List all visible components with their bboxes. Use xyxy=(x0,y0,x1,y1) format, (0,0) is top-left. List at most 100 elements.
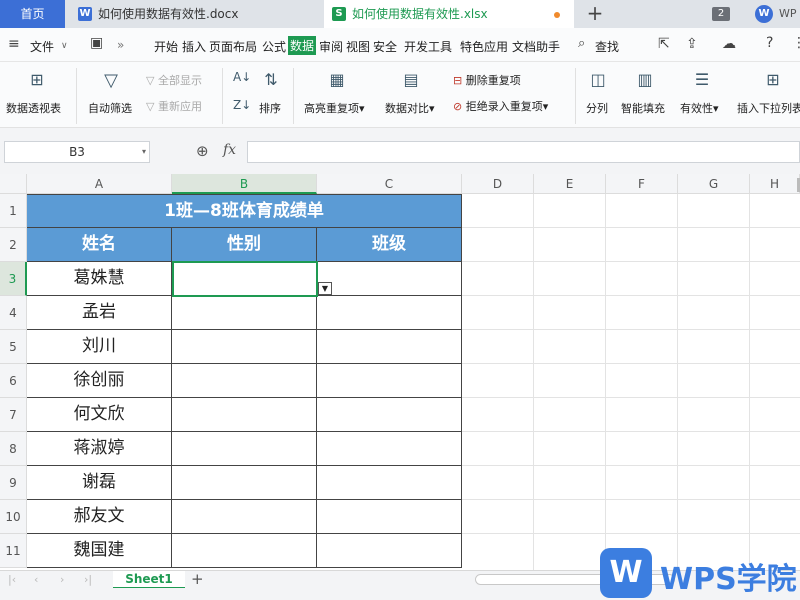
menu-file[interactable]: 文件 xyxy=(30,38,54,55)
row-header[interactable]: 11 xyxy=(0,534,27,568)
menu-insert[interactable]: 插入 xyxy=(182,38,206,55)
name-cell[interactable]: 徐创丽 xyxy=(27,364,172,398)
gender-cell[interactable] xyxy=(172,296,317,330)
formula-input[interactable] xyxy=(247,141,800,163)
prev-sheet-icon[interactable]: ‹ xyxy=(34,573,38,586)
more-icon[interactable]: » xyxy=(117,38,124,52)
share-icon[interactable]: ⇱ xyxy=(658,36,670,52)
menu-page-layout[interactable]: 页面布局 xyxy=(209,38,257,55)
row-header[interactable]: 2 xyxy=(0,228,27,262)
menu-home[interactable]: 开始 xyxy=(154,38,178,55)
validity-button[interactable]: 有效性▾ xyxy=(680,100,719,116)
menu-view[interactable]: 视图 xyxy=(346,38,370,55)
first-sheet-icon[interactable]: |‹ xyxy=(8,573,16,586)
class-cell[interactable] xyxy=(317,466,462,500)
class-cell[interactable] xyxy=(317,534,462,568)
next-sheet-icon[interactable]: › xyxy=(60,573,64,586)
column-header[interactable]: A xyxy=(27,174,172,194)
gender-cell[interactable] xyxy=(172,466,317,500)
smart-fill-button[interactable]: 智能填充 xyxy=(621,100,665,116)
function-icon[interactable]: fx xyxy=(223,142,236,158)
name-box[interactable]: B3 ▾ xyxy=(4,141,150,163)
chevron-down-icon[interactable]: ∨ xyxy=(61,41,68,51)
tab-xlsx[interactable]: S 如何使用数据有效性.xlsx xyxy=(324,0,574,28)
class-cell[interactable] xyxy=(317,296,462,330)
gender-cell[interactable] xyxy=(172,330,317,364)
row-header[interactable]: 10 xyxy=(0,500,27,534)
tab-home[interactable]: 首页 xyxy=(0,0,65,28)
insert-dropdown-button[interactable]: 插入下拉列表 xyxy=(737,100,800,116)
name-cell[interactable]: 郝友文 xyxy=(27,500,172,534)
search-label[interactable]: 查找 xyxy=(595,38,619,55)
column-header[interactable]: E xyxy=(534,174,606,194)
column-header[interactable]: G xyxy=(678,174,750,194)
highlight-duplicates-button[interactable]: 高亮重复项▾ xyxy=(304,100,365,116)
column-header[interactable]: D xyxy=(462,174,534,194)
class-cell[interactable] xyxy=(317,330,462,364)
tab-docx[interactable]: W 如何使用数据有效性.docx xyxy=(70,0,320,28)
sort-asc-icon[interactable]: A↓ xyxy=(233,70,251,84)
name-cell[interactable]: 葛姝慧 xyxy=(27,262,172,296)
sort-desc-icon[interactable]: Z↓ xyxy=(233,98,251,112)
account-label[interactable]: WP xyxy=(779,0,797,28)
save-icon[interactable]: ▣ xyxy=(90,35,103,51)
row-header[interactable]: 3 xyxy=(0,262,27,296)
class-cell[interactable] xyxy=(317,500,462,534)
name-cell[interactable]: 孟岩 xyxy=(27,296,172,330)
active-cell-selection[interactable] xyxy=(172,261,318,297)
class-cell[interactable] xyxy=(317,432,462,466)
name-cell[interactable]: 蒋淑婷 xyxy=(27,432,172,466)
new-tab-button[interactable]: + xyxy=(585,0,605,28)
chevron-down-icon[interactable]: ▾ xyxy=(142,142,146,162)
spreadsheet-grid[interactable]: A B C D E F G H 1 2 3 4 5 6 7 8 9 10 11 … xyxy=(0,174,800,570)
hamburger-icon[interactable]: ≡ xyxy=(8,36,20,52)
menu-doc-assistant[interactable]: 文档助手 xyxy=(512,38,560,55)
column-header[interactable]: F xyxy=(606,174,678,194)
header-gender[interactable]: 性别 xyxy=(172,228,317,262)
row-header[interactable]: 6 xyxy=(0,364,27,398)
name-cell[interactable]: 何文欣 xyxy=(27,398,172,432)
column-header[interactable]: B xyxy=(172,174,317,194)
reject-duplicates-button[interactable]: ⊘ 拒绝录入重复项▾ xyxy=(453,98,548,114)
last-sheet-icon[interactable]: ›| xyxy=(84,573,92,586)
row-header[interactable]: 7 xyxy=(0,398,27,432)
delete-duplicates-button[interactable]: ⊟ 删除重复项 xyxy=(453,72,521,88)
sort-button[interactable]: 排序 xyxy=(259,100,281,116)
split-column-button[interactable]: 分列 xyxy=(586,100,608,116)
more-options-icon[interactable]: ⋮ xyxy=(792,35,800,51)
row-header[interactable]: 9 xyxy=(0,466,27,500)
auto-filter-button[interactable]: 自动筛选 xyxy=(88,100,132,116)
menu-features[interactable]: 特色应用 xyxy=(460,38,508,55)
help-icon[interactable]: ? xyxy=(766,35,773,51)
wps-account-icon[interactable]: W xyxy=(755,5,773,23)
class-cell[interactable] xyxy=(317,364,462,398)
name-cell[interactable]: 魏国建 xyxy=(27,534,172,568)
show-all-button[interactable]: ▽ 全部显示 xyxy=(146,72,202,88)
cloud-sync-icon[interactable]: ☁ xyxy=(722,36,736,52)
data-compare-button[interactable]: 数据对比▾ xyxy=(385,100,435,116)
gender-cell[interactable] xyxy=(172,364,317,398)
pivot-table-button[interactable]: 数据透视表 xyxy=(6,100,61,116)
menu-security[interactable]: 安全 xyxy=(373,38,397,55)
column-header[interactable]: C xyxy=(317,174,462,194)
search-icon[interactable]: ⌕ xyxy=(578,36,585,51)
menu-review[interactable]: 审阅 xyxy=(319,38,343,55)
class-cell[interactable] xyxy=(317,262,462,296)
row-header[interactable]: 8 xyxy=(0,432,27,466)
zoom-icon[interactable]: ⊕ xyxy=(196,142,209,160)
name-cell[interactable]: 刘川 xyxy=(27,330,172,364)
table-title[interactable]: 1班—8班体育成绩单 xyxy=(27,194,462,228)
gender-cell[interactable] xyxy=(172,432,317,466)
gender-cell[interactable] xyxy=(172,500,317,534)
sheet-tab[interactable]: Sheet1 xyxy=(113,571,185,589)
export-icon[interactable]: ⇪ xyxy=(686,36,698,52)
row-header[interactable]: 5 xyxy=(0,330,27,364)
gender-cell[interactable] xyxy=(172,534,317,568)
menu-data[interactable]: 数据 xyxy=(288,36,317,55)
gender-cell[interactable] xyxy=(172,398,317,432)
dropdown-arrow-icon[interactable]: ▼ xyxy=(318,282,332,295)
menu-developer[interactable]: 开发工具 xyxy=(404,38,452,55)
add-sheet-icon[interactable]: + xyxy=(191,570,204,588)
row-header[interactable]: 1 xyxy=(0,194,27,228)
name-cell[interactable]: 谢磊 xyxy=(27,466,172,500)
